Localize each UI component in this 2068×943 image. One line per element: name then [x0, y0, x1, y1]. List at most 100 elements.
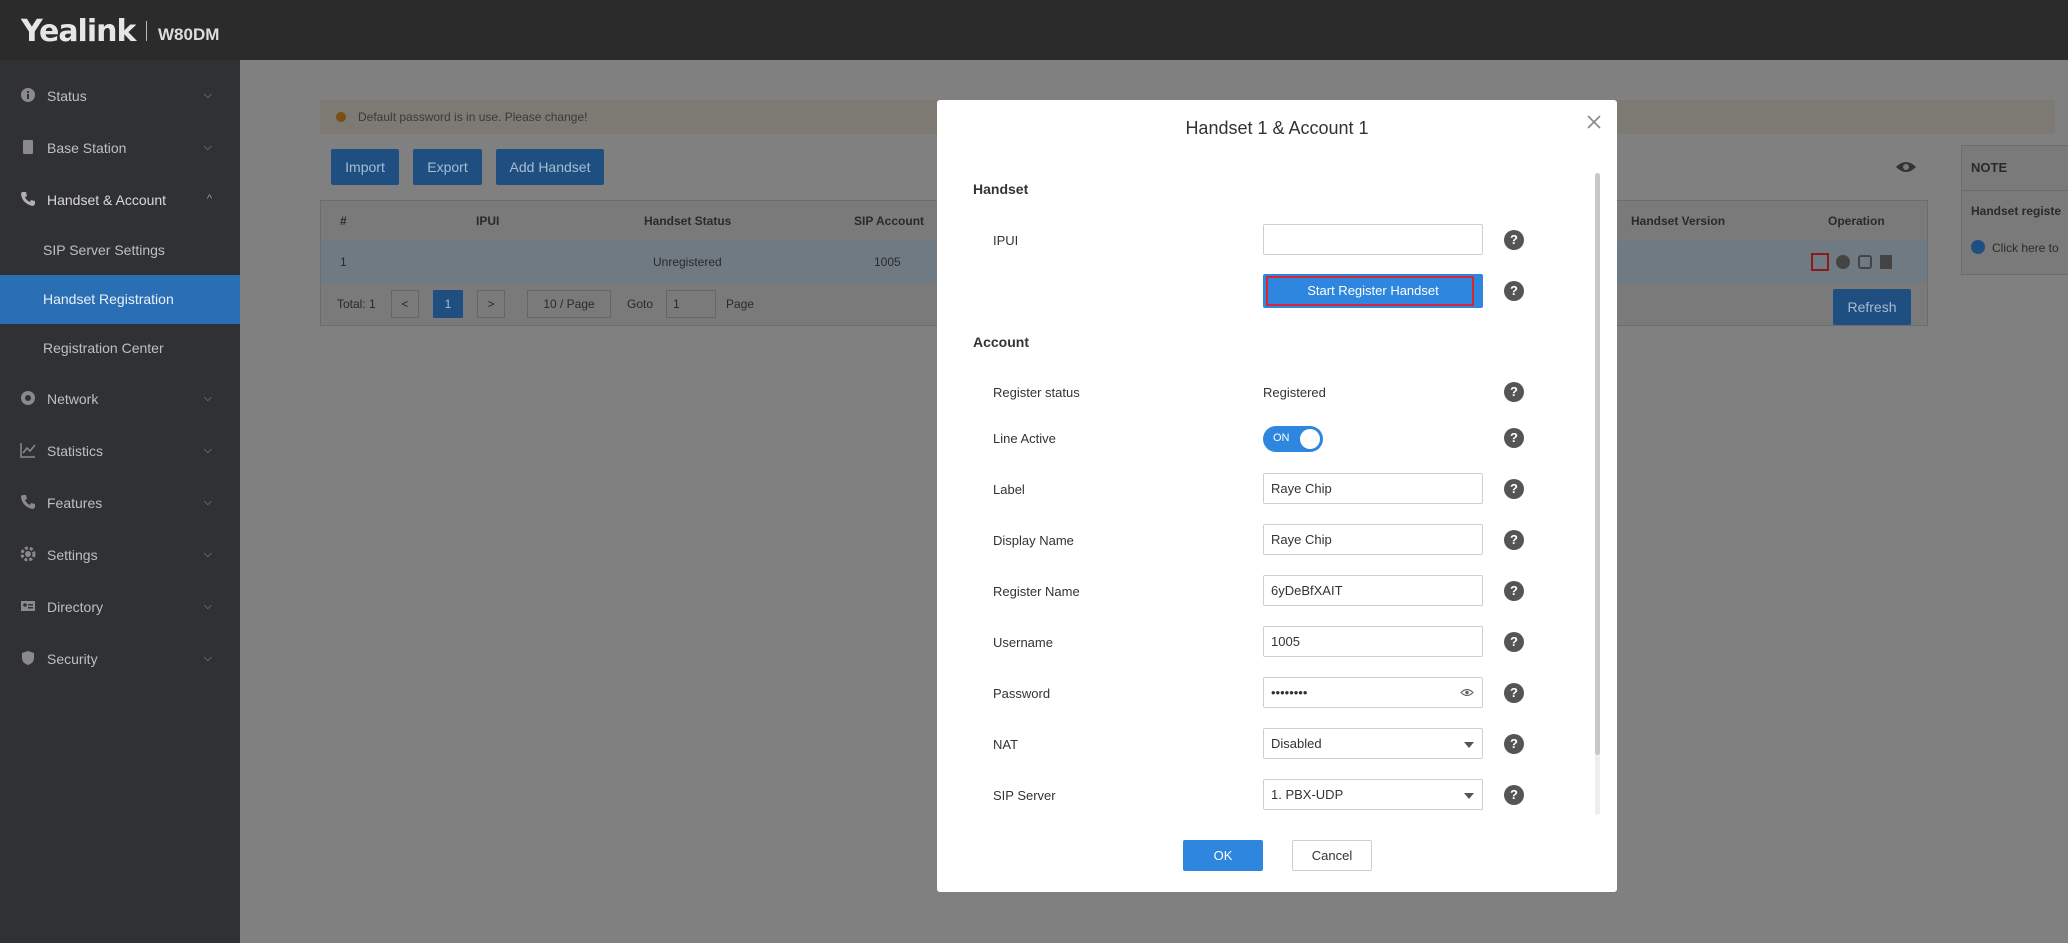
- display-name-input[interactable]: Raye Chip: [1263, 524, 1483, 555]
- show-password-eye-icon[interactable]: [1460, 688, 1474, 697]
- help-icon[interactable]: ?: [1504, 581, 1524, 601]
- sidebar-item-statistics[interactable]: Statistics ⌵: [0, 425, 240, 477]
- pager-next-button[interactable]: >: [477, 290, 505, 318]
- sidebar-item-network[interactable]: Network ⌵: [0, 373, 240, 425]
- password-value: ••••••••: [1271, 685, 1308, 700]
- sidebar-item-label: Network: [47, 391, 99, 407]
- sidebar-item-settings[interactable]: Settings ⌵: [0, 529, 240, 581]
- model-name: W80DM: [158, 25, 220, 44]
- per-page-select[interactable]: 10 / Page: [527, 290, 611, 318]
- help-icon[interactable]: ?: [1504, 734, 1524, 754]
- warning-icon: [336, 112, 346, 122]
- sip-server-select[interactable]: 1. PBX-UDP: [1263, 779, 1483, 810]
- help-icon: [1971, 240, 1985, 254]
- sidebar-item-label: Status: [47, 88, 87, 104]
- sidebar-item-label: Security: [47, 651, 98, 667]
- import-button[interactable]: Import: [331, 149, 399, 185]
- help-icon[interactable]: ?: [1504, 230, 1524, 250]
- edit-icon[interactable]: [1811, 253, 1829, 271]
- sidebar-item-label: Handset & Account: [47, 192, 167, 208]
- register-status-label: Register status: [993, 385, 1080, 400]
- sidebar-item-handset-account[interactable]: Handset & Account ^: [0, 174, 240, 226]
- chevron-down-icon: ⌵: [203, 600, 212, 612]
- trash-icon[interactable]: [1880, 255, 1892, 269]
- sidebar-item-base-station[interactable]: Base Station ⌵: [0, 122, 240, 174]
- network-icon: [21, 391, 35, 405]
- help-icon[interactable]: ?: [1504, 683, 1524, 703]
- nat-value: Disabled: [1271, 736, 1322, 751]
- sidebar-subitem-label: SIP Server Settings: [43, 242, 165, 258]
- eye-icon[interactable]: [1895, 160, 1917, 174]
- help-icon[interactable]: ?: [1504, 479, 1524, 499]
- close-icon[interactable]: [1585, 113, 1603, 131]
- password-label: Password: [993, 686, 1051, 701]
- sidebar-subitem-handset-registration[interactable]: Handset Registration: [0, 275, 240, 324]
- toggle-knob: [1300, 429, 1320, 449]
- help-icon[interactable]: ?: [1504, 281, 1524, 301]
- brand-logo: Yealink: [21, 14, 136, 49]
- line-active-toggle[interactable]: ON: [1263, 426, 1323, 452]
- register-name-label: Register Name: [993, 584, 1080, 599]
- label-field-label: Label: [993, 482, 1025, 497]
- call-icon[interactable]: [1858, 255, 1872, 269]
- features-icon: [21, 495, 35, 509]
- row-sip-account: 1005: [874, 255, 901, 269]
- note-link[interactable]: Click here to: [1992, 241, 2059, 255]
- sidebar-subitem-registration-center[interactable]: Registration Center: [0, 324, 240, 373]
- display-name-label: Display Name: [993, 533, 1074, 548]
- column-header-handset-version: Handset Version: [1631, 214, 1726, 228]
- chevron-down-icon: ⌵: [203, 392, 212, 404]
- cancel-button[interactable]: Cancel: [1292, 840, 1372, 871]
- info-icon: [21, 88, 35, 102]
- column-header-ipui: IPUI: [476, 214, 500, 228]
- brand-divider: [146, 21, 147, 41]
- add-handset-button[interactable]: Add Handset: [496, 149, 604, 185]
- sidebar-item-security[interactable]: Security ⌵: [0, 633, 240, 685]
- help-icon[interactable]: ?: [1504, 530, 1524, 550]
- pager-page-1[interactable]: 1: [433, 290, 463, 318]
- sidebar-subitem-sip-server-settings[interactable]: SIP Server Settings: [0, 226, 240, 275]
- goto-input[interactable]: 1: [666, 290, 716, 318]
- top-bar: Yealink W80DM: [0, 0, 2068, 60]
- help-icon[interactable]: ?: [1504, 785, 1524, 805]
- note-divider: [1962, 190, 2068, 191]
- sidebar-item-status[interactable]: Status ⌵: [0, 70, 240, 122]
- chevron-down-icon: [1464, 793, 1474, 799]
- ok-button[interactable]: OK: [1183, 840, 1263, 871]
- column-header-handset-status: Handset Status: [644, 214, 732, 228]
- sidebar-subitem-label: Handset Registration: [43, 291, 174, 307]
- sidebar-item-label: Directory: [47, 599, 104, 615]
- row-num: 1: [340, 255, 347, 269]
- chevron-down-icon: ⌵: [203, 496, 212, 508]
- ipui-input[interactable]: [1263, 224, 1483, 255]
- nat-select[interactable]: Disabled: [1263, 728, 1483, 759]
- nat-label: NAT: [993, 737, 1019, 752]
- sidebar: Status ⌵ Base Station ⌵ Handset & Accoun…: [0, 60, 240, 943]
- register-name-input[interactable]: 6yDeBfXAIT: [1263, 575, 1483, 606]
- help-icon[interactable]: ?: [1504, 382, 1524, 402]
- sidebar-item-directory[interactable]: Directory ⌵: [0, 581, 240, 633]
- chevron-down-icon: ⌵: [203, 548, 212, 560]
- username-label: Username: [993, 635, 1053, 650]
- phone-icon: [21, 192, 35, 206]
- sidebar-item-label: Features: [47, 495, 103, 511]
- pager-prev-button[interactable]: <: [391, 290, 419, 318]
- help-icon[interactable]: ?: [1504, 632, 1524, 652]
- base-station-icon: [23, 140, 33, 154]
- username-input[interactable]: 1005: [1263, 626, 1483, 657]
- export-button[interactable]: Export: [413, 149, 482, 185]
- pager-page-label: Page: [726, 297, 755, 311]
- disable-icon[interactable]: [1836, 255, 1850, 269]
- help-icon[interactable]: ?: [1504, 428, 1524, 448]
- sidebar-subitem-label: Registration Center: [43, 340, 164, 356]
- refresh-button[interactable]: Refresh: [1833, 289, 1911, 325]
- dialog-scrollbar-thumb[interactable]: [1595, 173, 1600, 755]
- warning-text: Default password is in use. Please chang…: [358, 110, 588, 124]
- password-input[interactable]: ••••••••: [1263, 677, 1483, 708]
- sidebar-item-label: Statistics: [47, 443, 104, 459]
- label-input[interactable]: Raye Chip: [1263, 473, 1483, 504]
- chart-icon: [20, 443, 36, 458]
- sidebar-item-features[interactable]: Features ⌵: [0, 477, 240, 529]
- start-register-handset-label: Start Register Handset: [1307, 283, 1439, 298]
- start-register-handset-button[interactable]: Start Register Handset: [1263, 274, 1483, 308]
